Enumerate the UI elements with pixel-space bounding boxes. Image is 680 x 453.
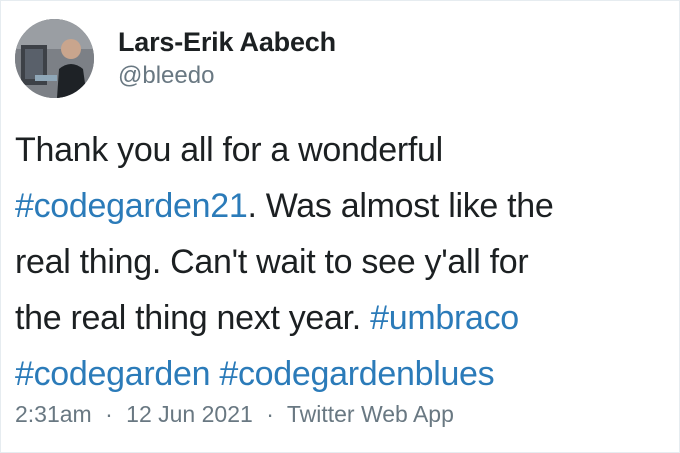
tweet-date-link[interactable]: 12 Jun 2021	[126, 401, 253, 427]
tweet-text-line: real thing. Can't wait to see y'all for	[15, 234, 671, 290]
tweet-text-segment: . Was almost like the	[247, 187, 554, 225]
tweet-text-line: Thank you all for a wonderful	[15, 122, 671, 178]
embedded-tweet-card: Lars-Erik Aabech @bleedo Thank you all f…	[0, 0, 680, 453]
tweet-header: Lars-Erik Aabech @bleedo	[15, 19, 336, 99]
tweet-text-segment	[210, 355, 219, 393]
meta-separator: ·	[266, 401, 274, 427]
tweet-source: Twitter Web App	[286, 401, 454, 427]
hashtag-link[interactable]: #codegarden21	[15, 187, 248, 225]
tweet-text-segment: Thank you all for a wonderful	[15, 131, 443, 169]
meta-separator: ·	[105, 401, 113, 427]
hashtag-link[interactable]: #codegarden	[15, 355, 211, 393]
tweet-time-link[interactable]: 2:31am	[15, 401, 92, 427]
tweet-text-line: #codegarden #codegardenblues	[15, 346, 671, 402]
author-handle[interactable]: @bleedo	[118, 61, 336, 91]
hashtag-link[interactable]: #umbraco	[370, 299, 519, 337]
author-display-name[interactable]: Lars-Erik Aabech	[118, 25, 336, 59]
tweet-text-segment: the real thing next year.	[15, 299, 371, 337]
avatar-photo-icon	[15, 19, 94, 98]
author-names: Lars-Erik Aabech @bleedo	[118, 25, 336, 91]
tweet-text-line: #codegarden21. Was almost like the	[15, 178, 671, 234]
tweet-text-segment: real thing. Can't wait to see y'all for	[15, 243, 529, 281]
tweet-text-line: the real thing next year. #umbraco	[15, 290, 671, 346]
tweet-metadata: 2:31am · 12 Jun 2021 · Twitter Web App	[15, 399, 454, 429]
tweet-text: Thank you all for a wonderful #codegarden…	[15, 122, 671, 402]
hashtag-link[interactable]: #codegardenblues	[219, 355, 494, 393]
avatar[interactable]	[15, 19, 94, 98]
